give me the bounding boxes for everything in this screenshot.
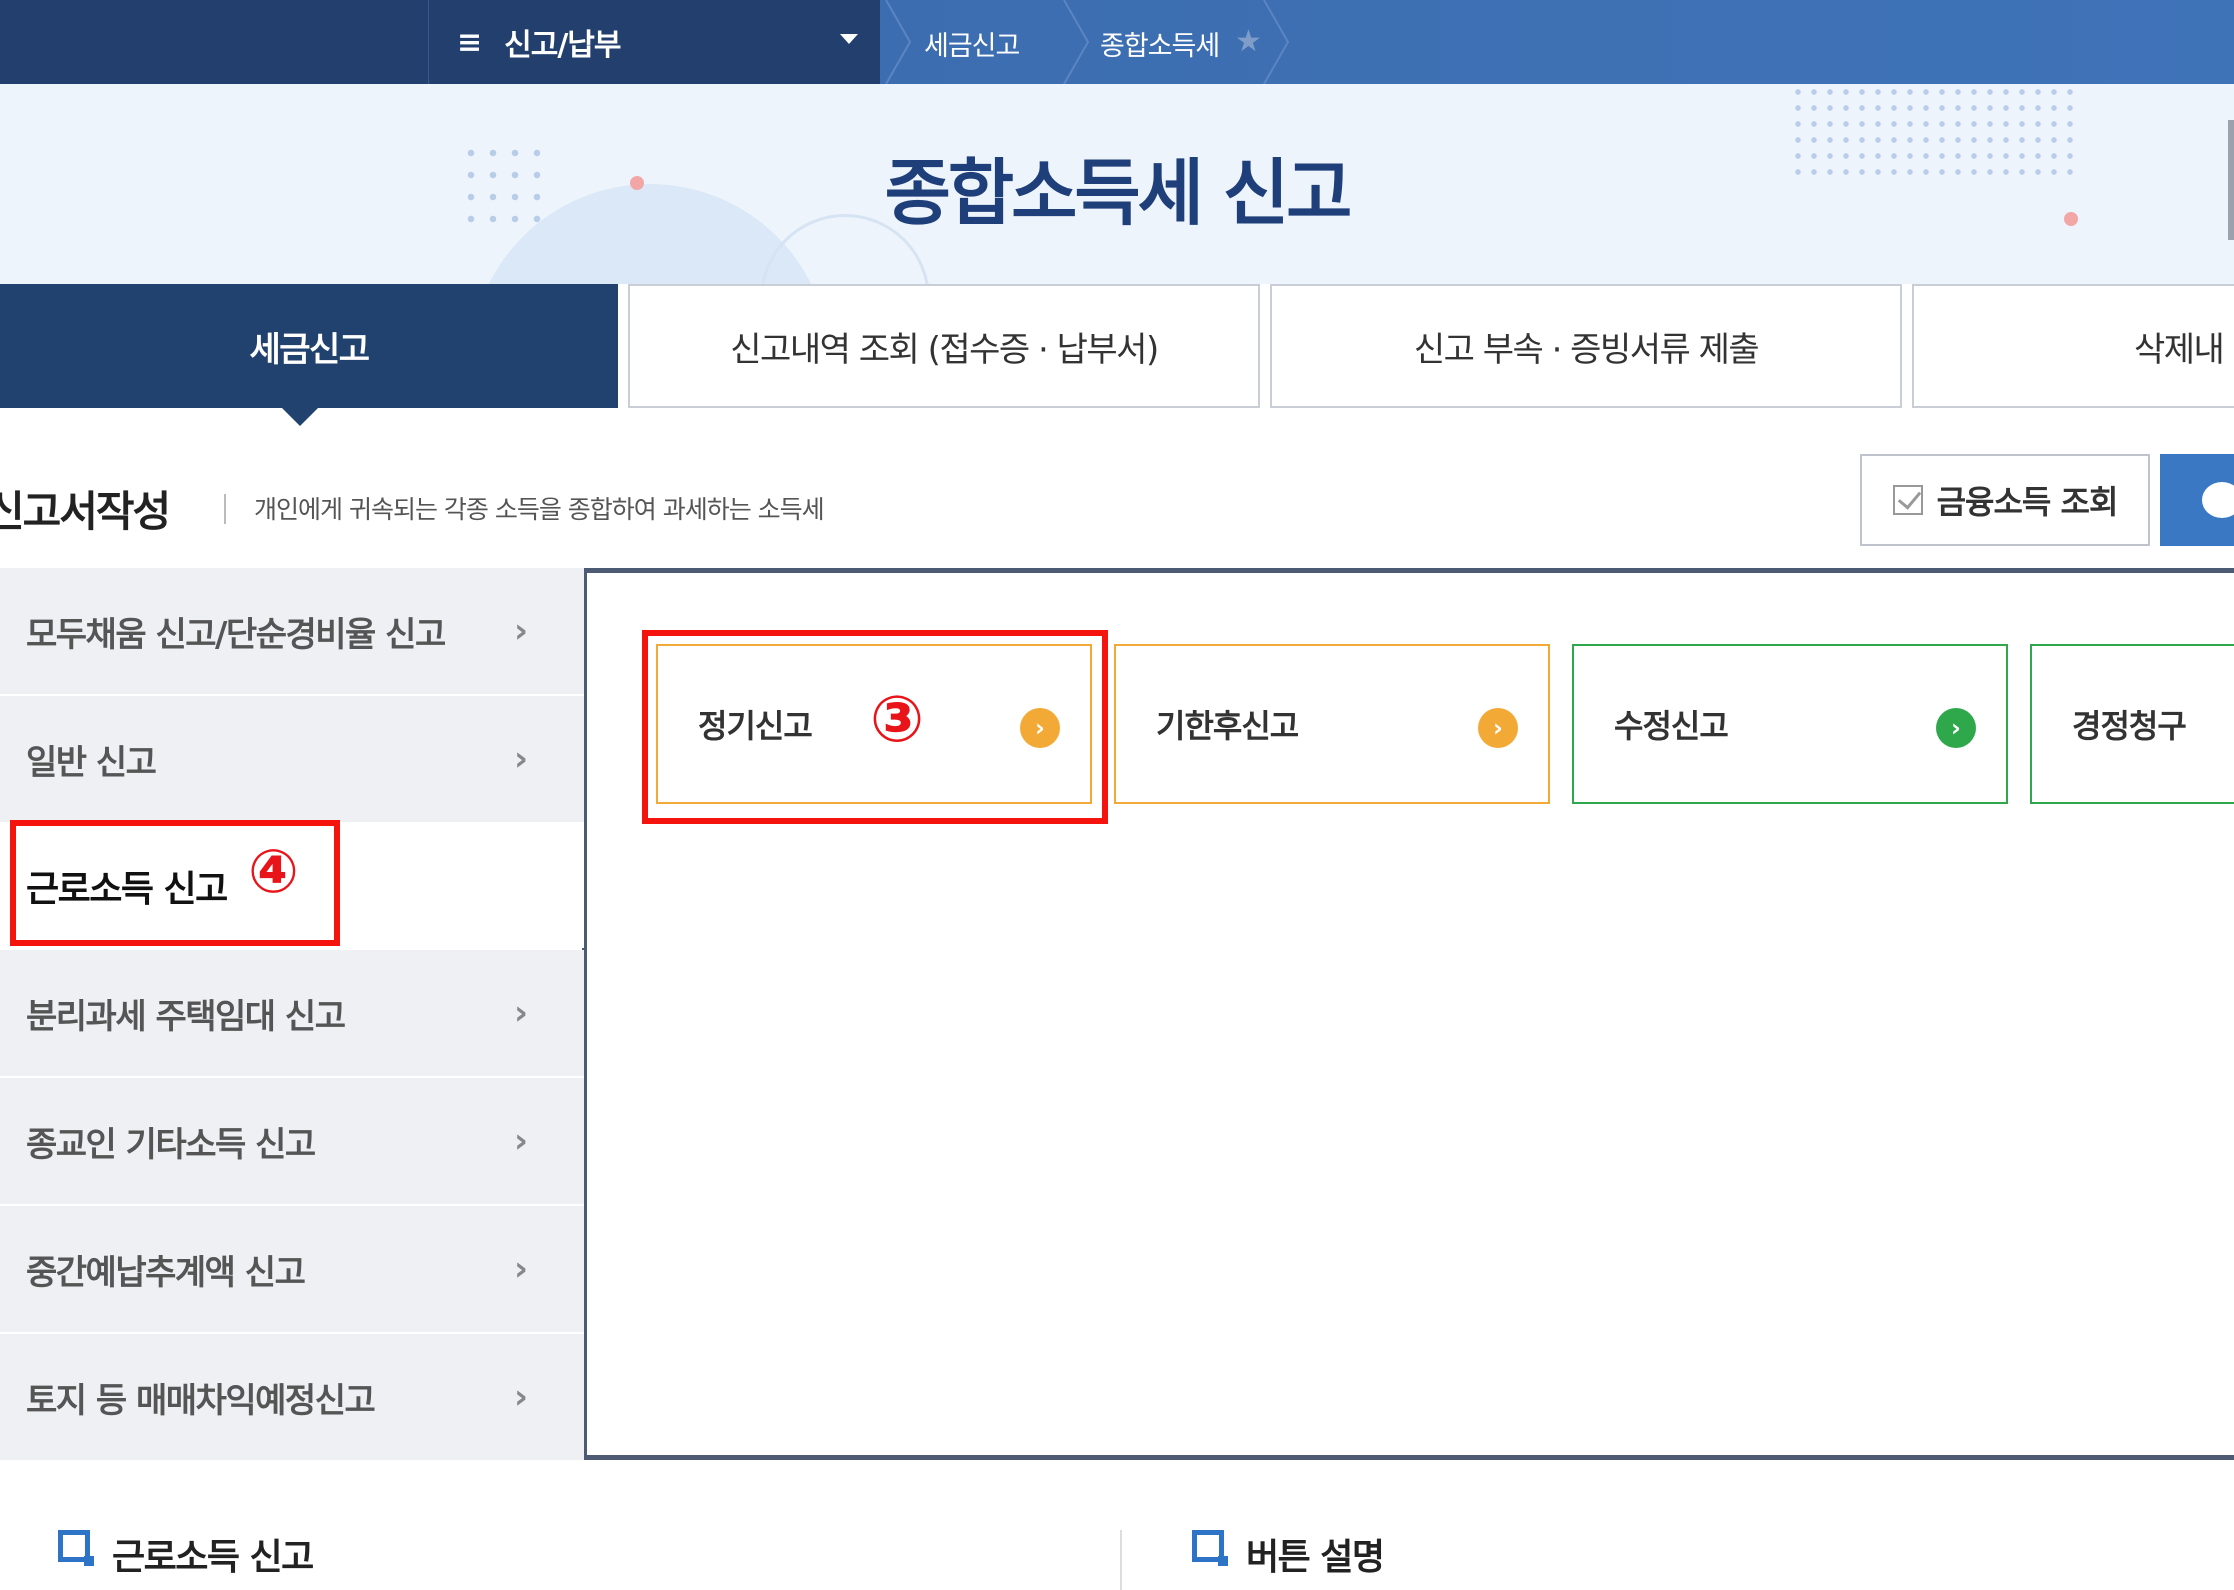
chevron-right-icon: › [514,1121,529,1161]
annotation-number: ④ [248,837,299,907]
card-correction-claim[interactable]: 경정청구 [2030,644,2234,804]
checkbox-icon [1892,485,1923,515]
left-menu-item-religious[interactable]: 종교인 기타소득 신고 › [0,1078,584,1206]
chevron-right-icon: › [514,993,529,1033]
financial-income-lookup-button[interactable]: 금융소득 조회 [1860,454,2150,546]
tab-tax-filing[interactable]: 세금신고 [0,284,618,426]
top-nav-bar: ≡ 신고/납부 세금신고 종합소득세 ★ [0,0,2234,84]
chevron-right-icon: › [514,1249,529,1289]
arrow-right-icon: › [1936,708,1976,748]
page-title: 종합소득세 신고 [884,151,1353,235]
menu-label: 신고/납부 [504,28,621,63]
scrollbar[interactable] [2228,120,2234,240]
chevron-right-icon: › [514,739,529,779]
section-square-icon [1192,1530,1228,1566]
book-icon [2202,482,2234,518]
left-menu-label: 일반 신고 [26,742,157,783]
tab-filing-history[interactable]: 신고내역 조회 (접수증 · 납부서) [628,284,1260,408]
card-label: 수정신고 [1614,707,1729,745]
section-description: 개인에게 귀속되는 각종 소득을 종합하여 과세하는 소득세 [254,495,825,524]
left-menu-item-housing-rental[interactable]: 분리과세 주택임대 신고 › [0,950,584,1078]
left-menu-label: 토지 등 매매차익예정신고 [26,1380,376,1421]
chevron-right-icon: › [514,1377,529,1417]
left-menu-label: 종교인 기타소득 신고 [26,1124,316,1165]
section-square-icon [58,1530,94,1566]
button-label: 금융소득 조회 [1936,483,2119,521]
chevron-right-icon: › [514,611,529,651]
left-menu-label: 모두채움 신고/단순경비율 신고 [26,614,446,655]
divider [224,494,226,524]
breadcrumb-separator-icon [885,0,912,84]
breadcrumb-separator-icon [1263,0,1290,84]
tab-delete-history[interactable]: 삭제내 [1912,284,2234,408]
arrow-right-icon: › [1478,708,1518,748]
card-label: 경정청구 [2072,707,2187,745]
earned-income-heading: 근로소득 신고 [112,1537,314,1578]
left-menu-label: 분리과세 주택임대 신고 [26,996,346,1037]
left-menu-item-interim-prepayment[interactable]: 중간예납추계액 신고 › [0,1206,584,1334]
breadcrumb-separator-icon [1063,0,1090,84]
caret-down-icon [840,34,858,44]
card-amended-filing[interactable]: 수정신고 › [1572,644,2008,804]
hamburger-icon: ≡ [457,24,483,60]
left-menu-item-general[interactable]: 일반 신고 › [0,696,584,824]
annotation-number: ③ [870,683,925,757]
left-menu-label: 중간예납추계액 신고 [26,1252,306,1293]
left-menu-item-land-sale[interactable]: 토지 등 매매차익예정신고 › [0,1334,584,1462]
breadcrumb-income-tax[interactable]: 종합소득세 [1100,24,1220,63]
menu-dropdown[interactable]: ≡ 신고/납부 [428,0,888,84]
divider [1120,1530,1122,1590]
page-banner: 종합소득세 신고 [0,84,2234,284]
breadcrumb-tax-filing[interactable]: 세금신고 [924,24,1020,63]
button-description-heading: 버튼 설명 [1246,1537,1385,1578]
guide-button[interactable] [2160,454,2234,546]
left-menu-item-prefilled[interactable]: 모두채움 신고/단순경비율 신고 › [0,568,584,696]
card-late-filing[interactable]: 기한후신고 › [1114,644,1550,804]
card-label: 기한후신고 [1156,707,1299,745]
section-title: 신고서작성 [0,487,171,536]
tab-submit-documents[interactable]: 신고 부속 · 증빙서류 제출 [1270,284,1902,408]
star-icon[interactable]: ★ [1235,24,1262,59]
